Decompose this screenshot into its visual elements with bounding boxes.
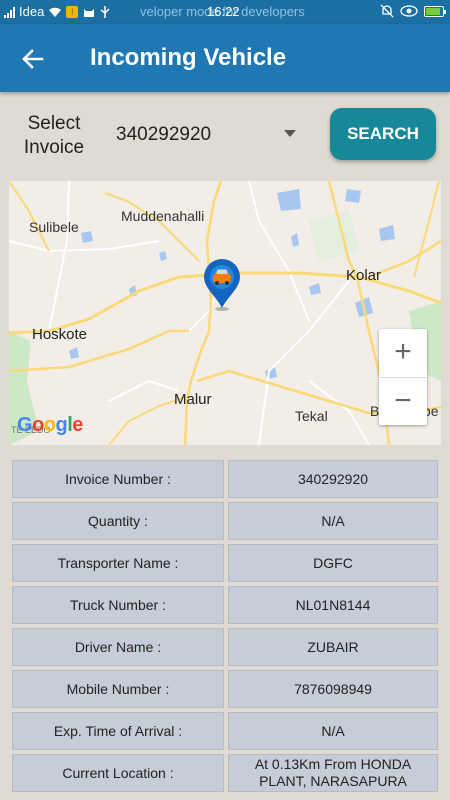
map-label-hoskote: Hoskote [32, 326, 88, 343]
details-row: Exp. Time of Arrival : N/A [10, 712, 440, 750]
details-value: ZUBAIR [228, 628, 438, 666]
cat-icon [84, 8, 95, 17]
invoice-dropdown[interactable]: 340292920 [112, 116, 308, 152]
details-label: Quantity : [12, 502, 224, 540]
map-view[interactable]: Sulibele Muddenahalli Kolar Hoskote Malu… [9, 181, 441, 445]
invoice-dropdown-value: 340292920 [116, 124, 212, 145]
status-time: 16:22 [207, 4, 240, 19]
details-label: Mobile Number : [12, 670, 224, 708]
details-label: Exp. Time of Arrival : [12, 712, 224, 750]
google-logo: Google [17, 414, 83, 436]
status-bar: Idea ! veloper mode for developers 16:22 [0, 0, 450, 24]
details-label: Current Location : [12, 754, 224, 792]
details-value: NL01N8144 [228, 586, 438, 624]
details-row: Invoice Number :340292920 [10, 460, 440, 498]
signal-icon [4, 6, 15, 18]
details-value: 340292920 [228, 460, 438, 498]
map-label-tekal: Tekal [295, 408, 328, 424]
details-label: Invoice Number : [12, 460, 224, 498]
details-row: Truck Number : NL01N8144 [10, 586, 440, 624]
details-label: Truck Number : [12, 586, 224, 624]
app-notification-icon: ! [66, 5, 79, 18]
details-row: Current Location : At 0.13Km From HONDA P… [10, 754, 440, 792]
back-button[interactable] [18, 44, 48, 74]
arrow-left-icon [22, 49, 44, 69]
details-row: Quantity : N/A [10, 502, 440, 540]
eye-icon [400, 5, 418, 17]
details-row: Mobile Number :7876098949 [10, 670, 440, 708]
zoom-out-button[interactable]: − [379, 377, 427, 425]
details-value: 7876098949 [228, 670, 438, 708]
details-value: DGFC [228, 544, 438, 582]
map-label-muddenahalli: Muddenahalli [121, 208, 205, 224]
details-value: N/A [228, 712, 438, 750]
vehicle-location-marker-icon[interactable] [202, 258, 242, 312]
search-button[interactable]: SEARCH [330, 108, 436, 160]
details-value: At 0.13Km From HONDA PLANT, NARASAPURA [228, 754, 438, 792]
map-label-kolar: Kolar [346, 267, 382, 284]
select-invoice-label: Select Invoice [23, 113, 85, 158]
chevron-down-icon [284, 130, 296, 137]
map-label-malur: Malur [174, 391, 212, 408]
mute-icon [380, 4, 394, 18]
status-right [380, 4, 446, 18]
carrier-name: Idea [19, 4, 45, 19]
wifi-icon [49, 7, 62, 17]
status-left: Idea ! [4, 4, 110, 19]
app-bar: Incoming Vehicle [0, 24, 450, 92]
map-label-sulibele: Sulibele [29, 219, 79, 235]
battery-icon [424, 5, 446, 17]
details-label: Transporter Name : [12, 544, 224, 582]
zoom-in-button[interactable]: + [379, 329, 427, 377]
page-title: Incoming Vehicle [90, 44, 287, 71]
zoom-controls: + − [379, 329, 427, 425]
map-pin-icon [204, 259, 240, 311]
details-label: Driver Name : [12, 628, 224, 666]
details-row: Driver Name : ZUBAIR [10, 628, 440, 666]
details-value: N/A [228, 502, 438, 540]
details-row: Transporter Name : DGFC [10, 544, 440, 582]
usb-icon [100, 5, 110, 18]
